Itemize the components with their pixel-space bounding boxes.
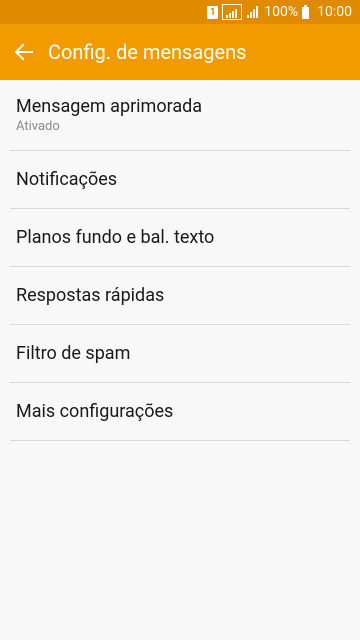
divider bbox=[10, 440, 350, 441]
settings-item-mensagem-aprimorada[interactable]: Mensagem aprimorada Ativado bbox=[0, 80, 360, 150]
battery-percent: 100% bbox=[264, 4, 299, 20]
settings-item-respostas-rapidas[interactable]: Respostas rápidas bbox=[0, 267, 360, 324]
settings-list: Mensagem aprimorada Ativado Notificações… bbox=[0, 80, 360, 441]
signal-icon bbox=[246, 6, 260, 18]
page-title: Config. de mensagens bbox=[48, 40, 247, 64]
settings-item-label: Filtro de spam bbox=[16, 343, 131, 364]
wifi-icon bbox=[222, 4, 243, 20]
sim-indicator: 1 bbox=[207, 5, 219, 19]
settings-item-label: Mais configurações bbox=[16, 401, 174, 422]
back-button[interactable] bbox=[0, 24, 48, 80]
settings-item-label: Notificações bbox=[16, 169, 118, 190]
settings-item-label: Mensagem aprimorada bbox=[16, 96, 203, 117]
battery-icon bbox=[302, 5, 310, 19]
settings-item-label: Planos fundo e bal. texto bbox=[16, 227, 215, 248]
settings-item-filtro-spam[interactable]: Filtro de spam bbox=[0, 325, 360, 382]
clock: 10:00 bbox=[317, 4, 352, 20]
settings-item-notificacoes[interactable]: Notificações bbox=[0, 151, 360, 208]
settings-item-label: Respostas rápidas bbox=[16, 285, 165, 306]
settings-item-sublabel: Ativado bbox=[16, 119, 60, 134]
sim-number: 1 bbox=[207, 5, 219, 19]
settings-item-planos-fundo[interactable]: Planos fundo e bal. texto bbox=[0, 209, 360, 266]
status-bar: 1 100% 10:00 bbox=[0, 0, 360, 24]
app-bar: Config. de mensagens bbox=[0, 24, 360, 80]
arrow-left-icon bbox=[14, 43, 33, 61]
settings-item-mais-configuracoes[interactable]: Mais configurações bbox=[0, 383, 360, 440]
